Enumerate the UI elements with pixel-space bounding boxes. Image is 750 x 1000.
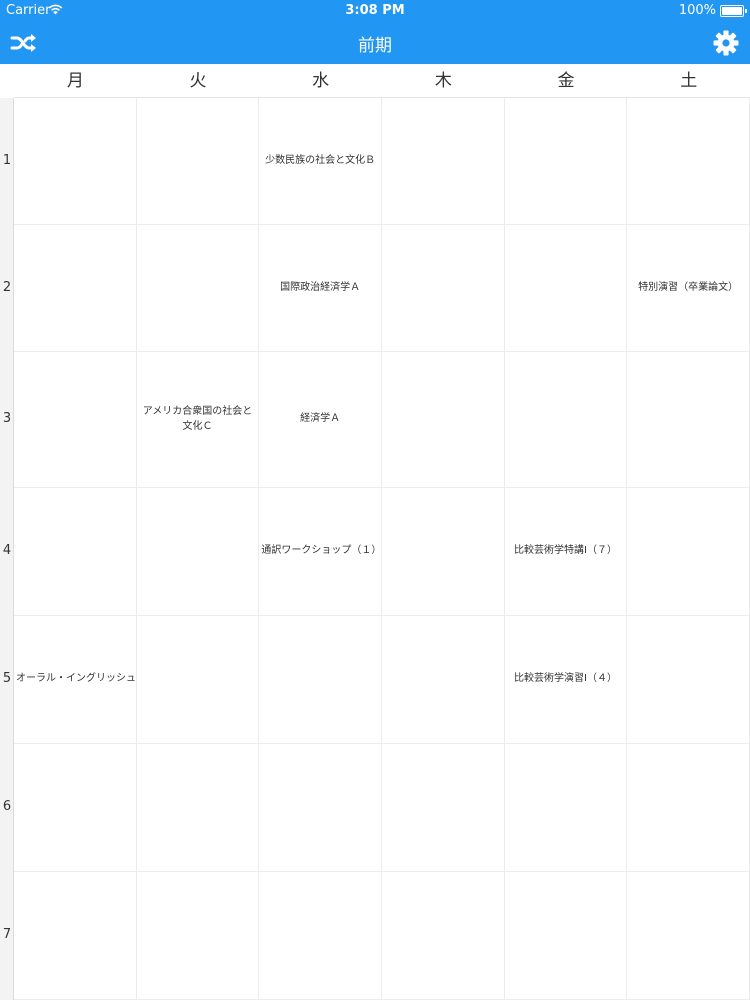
empty-slot[interactable] [381, 616, 505, 744]
empty-slot[interactable] [14, 488, 137, 616]
day-label: 水 [312, 71, 330, 91]
empty-slot[interactable] [259, 616, 382, 744]
empty-slot[interactable] [381, 872, 505, 1000]
empty-slot[interactable] [627, 352, 750, 488]
gear-icon [713, 30, 739, 56]
empty-slot[interactable] [381, 225, 505, 352]
day-label: 月 [66, 71, 84, 91]
empty-slot[interactable] [136, 488, 260, 616]
battery-icon [720, 5, 747, 17]
class-cell[interactable]: アメリカ合衆国の社会と文化Ｃ [136, 352, 260, 488]
class-cell[interactable]: 通訳ワークショップ（１） [259, 488, 382, 616]
empty-slot[interactable] [381, 352, 505, 488]
period-label: 4 [2, 543, 12, 558]
class-cell[interactable]: 特別演習（卒業論文） [627, 225, 750, 352]
period-label: 3 [2, 411, 12, 426]
timetable-grid: 少数民族の社会と文化Ｂ 国際政治経済学Ａ 特別演習（卒業論文） アメリカ合衆国の社会と… [14, 98, 750, 1000]
empty-slot[interactable] [259, 872, 382, 1000]
empty-slot[interactable] [504, 352, 628, 488]
empty-slot[interactable] [627, 488, 750, 616]
empty-slot[interactable] [14, 352, 137, 488]
class-cell[interactable]: 比較芸術学演習Ⅰ（４） [504, 616, 628, 744]
empty-slot[interactable] [136, 98, 260, 225]
empty-slot[interactable] [627, 872, 750, 1000]
empty-slot[interactable] [627, 744, 750, 872]
day-label: 火 [189, 71, 207, 91]
period-label: 5 [2, 671, 12, 686]
empty-slot[interactable] [504, 98, 628, 225]
empty-slot[interactable] [381, 98, 505, 225]
page-title: 前期 [358, 36, 392, 56]
empty-slot[interactable] [136, 872, 260, 1000]
status-bar: Carrier 3:08 PM 100% [0, 0, 750, 22]
day-label: 土 [680, 71, 698, 91]
battery-percent: 100% [678, 3, 716, 18]
empty-slot[interactable] [259, 744, 382, 872]
empty-slot[interactable] [136, 616, 260, 744]
period-label: 6 [2, 799, 12, 814]
empty-slot[interactable] [381, 488, 505, 616]
top-bar: Carrier 3:08 PM 100% 前期 [0, 0, 750, 64]
class-cell[interactable]: オーラル・イングリッシュⅠ [14, 616, 137, 744]
period-label: 7 [2, 927, 12, 942]
empty-slot[interactable] [504, 225, 628, 352]
empty-slot[interactable] [627, 98, 750, 225]
empty-slot[interactable] [627, 616, 750, 744]
empty-slot[interactable] [136, 225, 260, 352]
class-cell[interactable]: 比較芸術学特講Ⅰ（７） [504, 488, 628, 616]
empty-slot[interactable] [381, 744, 505, 872]
nav-bar: 前期 [0, 22, 750, 64]
empty-slot[interactable] [14, 744, 137, 872]
day-header: 月火水木金土 [14, 64, 750, 98]
period-label: 1 [2, 152, 12, 168]
period-column: 1 2 3 4 5 6 7 [0, 98, 14, 1000]
status-time: 3:08 PM [345, 3, 405, 18]
shuffle-button[interactable] [6, 26, 42, 60]
empty-slot[interactable] [504, 744, 628, 872]
period-label: 2 [2, 279, 12, 295]
class-cell[interactable]: 経済学Ａ [259, 352, 382, 488]
day-label: 木 [434, 71, 452, 91]
day-label: 金 [557, 71, 575, 91]
empty-slot[interactable] [14, 98, 137, 225]
empty-slot[interactable] [504, 872, 628, 1000]
timetable-app: Carrier 3:08 PM 100% 前期 月 火 水 木 金 土 1 2 … [0, 0, 750, 1000]
settings-button[interactable] [708, 26, 744, 60]
class-cell[interactable]: 国際政治経済学Ａ [259, 225, 382, 352]
class-cell[interactable]: 少数民族の社会と文化Ｂ [259, 98, 382, 225]
empty-slot[interactable] [14, 872, 137, 1000]
empty-slot[interactable] [14, 225, 137, 352]
shuffle-icon [10, 34, 36, 52]
empty-slot[interactable] [136, 744, 260, 872]
